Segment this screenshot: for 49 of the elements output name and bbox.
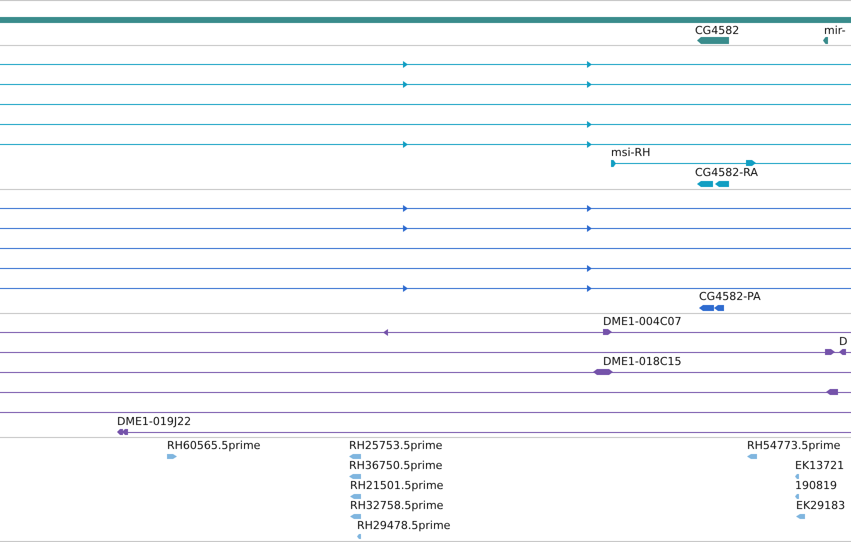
feature-glyph[interactable] <box>611 160 616 166</box>
feature-label: CG4582 <box>695 24 740 37</box>
feature-label: RH21501.5prime <box>350 479 444 492</box>
strand-arrow-icon <box>403 141 408 148</box>
feature-glyph[interactable] <box>746 160 756 166</box>
strand-arrow-icon <box>383 329 388 336</box>
strand-arrow-icon <box>403 81 408 88</box>
feature-label: mir- <box>824 24 846 37</box>
feature-glyph[interactable] <box>826 389 838 395</box>
feature-glyph[interactable] <box>714 305 724 311</box>
feature-glyph[interactable] <box>699 305 714 311</box>
strand-arrow-icon <box>587 225 592 232</box>
feature-glyph[interactable] <box>117 429 123 435</box>
feature-glyph[interactable] <box>823 36 828 44</box>
strand-arrow-icon <box>587 205 592 212</box>
feature-label: CG4582-PA <box>699 290 761 303</box>
strand-arrow-icon <box>587 81 592 88</box>
feature-glyph[interactable] <box>697 181 713 187</box>
feature-glyph[interactable] <box>697 36 729 44</box>
feature-label: RH25753.5prime <box>349 439 442 452</box>
strand-arrow-icon <box>403 61 408 68</box>
feature-glyph[interactable] <box>603 329 612 335</box>
feature-glyph[interactable] <box>839 349 846 355</box>
feature-label: RH29478.5prime <box>357 519 450 532</box>
strand-arrow-icon <box>587 265 592 272</box>
strand-arrow-icon <box>587 121 592 128</box>
feature-label: RH36750.5prime <box>349 459 442 472</box>
strand-arrow-icon <box>403 285 408 292</box>
feature-glyph[interactable] <box>715 181 729 187</box>
feature-glyph[interactable] <box>593 369 613 375</box>
strand-arrow-icon <box>587 285 592 292</box>
strand-arrow-icon <box>403 225 408 232</box>
feature-label: D <box>839 335 848 348</box>
feature-label: EK29183 <box>796 499 846 512</box>
feature-label: DME1-018C15 <box>603 355 682 368</box>
feature-label: 190819 <box>795 479 837 492</box>
feature-label: RH54773.5prime <box>747 439 840 452</box>
feature-label: RH60565.5prime <box>167 439 260 452</box>
feature-label: msi-RH <box>611 146 650 159</box>
strand-arrow-icon <box>587 61 592 68</box>
feature-label: DME1-019J22 <box>117 415 192 428</box>
strand-arrow-icon <box>403 205 408 212</box>
feature-label: EK13721 <box>795 459 844 472</box>
feature-label: CG4582-RA <box>695 166 758 179</box>
feature-label: DME1-004C07 <box>603 315 682 328</box>
feature-glyph[interactable] <box>825 349 835 355</box>
strand-arrow-icon <box>587 141 592 148</box>
feature-label: RH32758.5prime <box>350 499 444 512</box>
feature-glyph[interactable] <box>122 429 128 435</box>
